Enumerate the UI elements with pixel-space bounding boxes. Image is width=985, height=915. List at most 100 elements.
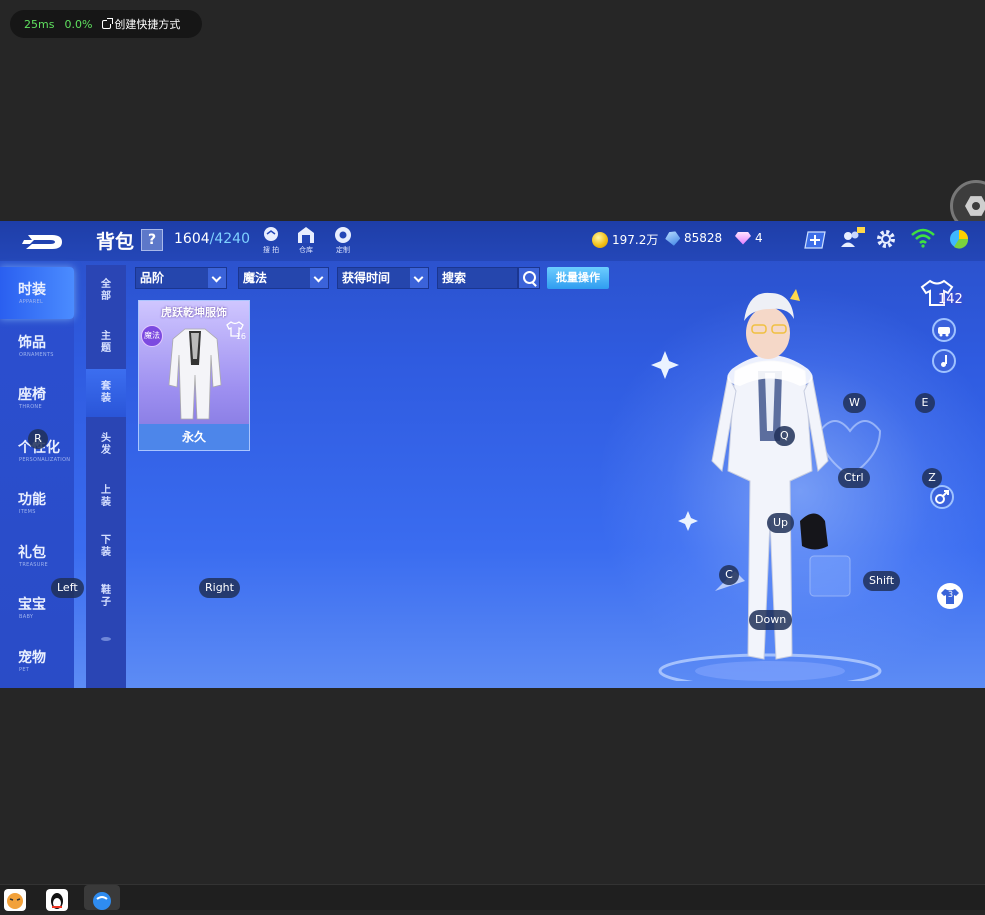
item-card[interactable]: 虎跃乾坤服饰 魔法 16 永久 — [138, 300, 250, 451]
category-nav: 时装 APPAREL 饰品 ORNAMENTS 座椅 THRONE 个性化 PE… — [0, 265, 74, 688]
magic-tag: 魔法 — [141, 325, 163, 347]
category-items[interactable]: 功能 ITEMS — [0, 477, 74, 529]
key-left[interactable]: Left — [51, 578, 84, 598]
search-input[interactable]: 搜索 — [437, 267, 518, 289]
game-viewport[interactable]: 背包 ? 1604/4240 搜 拍 仓库 定制 197.2万 85828 4 … — [0, 221, 985, 688]
key-e[interactable]: E — [915, 393, 935, 413]
warehouse-icon — [298, 227, 314, 243]
subtab-suit[interactable]: 套 装 — [86, 369, 126, 417]
gem-currency: 85828 — [666, 231, 722, 245]
category-sublabel: APPAREL — [19, 299, 44, 305]
game-logo-icon[interactable] — [22, 231, 64, 253]
category-sublabel: ITEMS — [19, 509, 36, 515]
gender-button[interactable] — [930, 485, 954, 509]
key-up[interactable]: Up — [767, 513, 795, 533]
capacity-used: 1604 — [174, 231, 210, 247]
key-shift[interactable]: Shift — [863, 571, 901, 591]
penguin-app-icon — [51, 893, 63, 909]
category-sublabel: PERSONALIZATION — [19, 457, 71, 463]
type-filter-value: 魔法 — [243, 271, 268, 285]
batch-operation-button[interactable]: 批量操作 — [547, 267, 609, 289]
item-name: 虎跃乾坤服饰 — [161, 306, 227, 319]
subtab-top[interactable]: 上 装 — [86, 485, 126, 509]
chevron-down-icon — [208, 268, 226, 288]
music-note-icon — [941, 355, 947, 367]
help-button[interactable]: ? — [141, 229, 163, 251]
key-q[interactable]: Q — [774, 426, 795, 446]
cloud-game-app-icon — [93, 892, 111, 910]
search-hanger-button[interactable]: 搜 拍 — [258, 225, 284, 255]
outfit-count: 142 — [938, 292, 963, 307]
customize-icon — [335, 227, 351, 243]
more-dots-icon — [101, 637, 111, 641]
search-button[interactable] — [518, 267, 540, 289]
key-ctrl[interactable]: Ctrl — [838, 468, 870, 488]
warehouse-label: 仓库 — [299, 246, 313, 254]
page-title: 背包 — [96, 231, 135, 253]
key-right[interactable]: Right — [199, 578, 240, 598]
category-sublabel: TREASURE — [19, 562, 48, 568]
subtab-theme[interactable]: 主 题 — [86, 331, 126, 355]
key-c[interactable]: C — [719, 565, 739, 585]
settings-gear-icon[interactable] — [876, 229, 896, 249]
customize-label: 定制 — [336, 246, 350, 254]
subtab-shoes[interactable]: 鞋 子 — [86, 585, 126, 609]
subtab-all[interactable]: 全 部 — [86, 279, 126, 303]
category-apparel[interactable]: 时装 APPAREL — [0, 267, 74, 319]
wifi-signal-icon — [911, 228, 935, 248]
key-r[interactable]: R — [28, 429, 48, 449]
key-z[interactable]: Z — [922, 468, 942, 488]
category-pet[interactable]: 宠物 PET — [0, 635, 74, 687]
create-shortcut-link[interactable]: 创建快捷方式 — [102, 16, 180, 32]
taskbar-app-1[interactable] — [4, 889, 26, 911]
key-w[interactable]: W — [843, 393, 866, 413]
time-sort-dropdown[interactable]: 获得时间 — [337, 267, 429, 289]
category-label: 功能 — [18, 492, 46, 508]
category-treasure[interactable]: 礼包 TREASURE — [0, 530, 74, 582]
warehouse-button[interactable]: 仓库 — [293, 225, 319, 255]
music-button[interactable] — [932, 349, 956, 373]
vehicle-button[interactable] — [932, 318, 956, 342]
search-hanger-icon — [264, 227, 278, 241]
friends-icon[interactable] — [840, 227, 866, 249]
category-label: 宠物 — [18, 650, 46, 666]
customize-button[interactable]: 定制 — [330, 225, 356, 255]
diamond-amount: 4 — [755, 231, 763, 245]
type-filter-dropdown[interactable]: 魔法 — [238, 267, 329, 289]
key-down[interactable]: Down — [749, 610, 793, 630]
category-ornaments[interactable]: 饰品 ORNAMENTS — [0, 320, 74, 372]
hexagon-nut-icon — [965, 196, 985, 216]
subtab-bottom[interactable]: 下 装 — [86, 535, 126, 559]
latency-value: 25ms — [24, 17, 55, 31]
category-label: 礼包 — [18, 545, 46, 561]
category-sublabel: BABY — [19, 614, 34, 620]
packet-loss-value: 0.0% — [64, 17, 93, 31]
chevron-down-icon — [410, 268, 428, 288]
category-sublabel: PET — [19, 667, 30, 673]
subcategory-nav: 全 部 主 题 套 装 头 发 上 装 下 装 鞋 子 — [86, 265, 126, 688]
hotkey-slot[interactable]: 3 — [937, 583, 963, 609]
subtab-hair[interactable]: 头 发 — [86, 433, 126, 457]
category-label: 宝宝 — [18, 597, 46, 613]
car-icon — [938, 327, 950, 337]
external-link-icon — [102, 17, 114, 29]
category-throne[interactable]: 座椅 THRONE — [0, 372, 74, 424]
gold-amount: 197.2万 — [612, 233, 659, 247]
gold-coin-icon — [592, 231, 608, 248]
category-label: 饰品 — [18, 335, 46, 351]
grade-filter-dropdown[interactable]: 品阶 — [135, 267, 227, 289]
taskbar-app-3-active[interactable] — [84, 885, 120, 910]
diamond-currency: 4 — [735, 231, 763, 245]
tiger-app-icon — [7, 893, 23, 909]
item-duration: 永久 — [139, 424, 249, 450]
gold-currency: 197.2万 — [592, 231, 658, 248]
category-label: 座椅 — [18, 387, 46, 403]
taskbar — [0, 884, 985, 911]
grade-filter-value: 品阶 — [140, 271, 165, 285]
chevron-down-icon — [310, 268, 328, 288]
bag-capacity: 1604/4240 — [174, 231, 250, 247]
add-plus-icon[interactable] — [804, 230, 826, 250]
hotkey-slot-number: 3 — [948, 590, 954, 599]
taskbar-app-2[interactable] — [46, 889, 68, 911]
item-count: 16 — [235, 332, 246, 341]
